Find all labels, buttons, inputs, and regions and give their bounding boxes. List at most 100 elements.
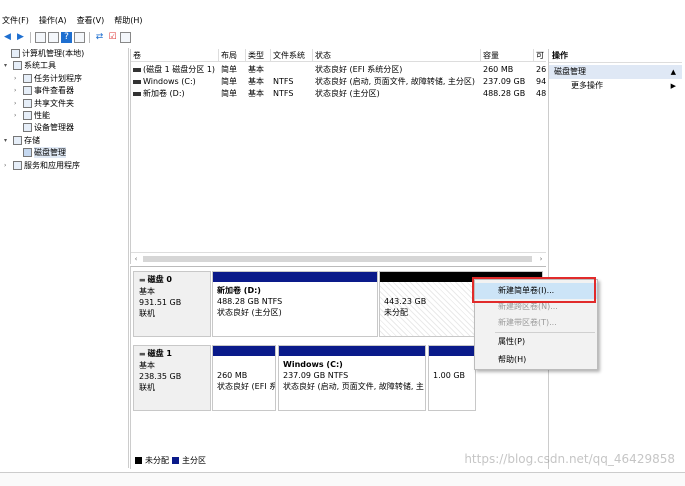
tree-item-label: 系统工具	[24, 61, 56, 71]
disk-info[interactable]: 磁盘 0 基本 931.51 GB 联机	[133, 271, 211, 337]
partition-d[interactable]: 新加卷 (D:) 488.28 GB NTFS 状态良好 (主分区)	[212, 271, 378, 337]
disk-type: 基本	[139, 361, 155, 370]
expander-icon[interactable]: ›	[14, 98, 21, 109]
tree-item[interactable]: ▾ 系统工具	[4, 60, 56, 71]
disk-info[interactable]: 磁盘 1 基本 238.35 GB 联机	[133, 345, 211, 411]
column-status[interactable]: 状态	[313, 49, 481, 62]
cell-capacity: 488.28 GB	[483, 89, 526, 98]
cell-filesystem: NTFS	[273, 89, 294, 98]
cell-type: 基本	[248, 77, 264, 86]
partition-size: 237.09 GB NTFS	[283, 371, 349, 380]
folder-up-icon[interactable]	[35, 31, 46, 43]
toolbar-separator	[89, 31, 90, 43]
menu-new-striped-volume[interactable]: 新建带区卷(T)...	[475, 315, 597, 331]
partition-efi[interactable]: 260 MB 状态良好 (EFI 系	[212, 345, 276, 411]
watermark: https://blog.csdn.net/qq_46429858	[464, 452, 675, 466]
help-icon[interactable]: ?	[61, 31, 72, 43]
tree-item-label: 共享文件夹	[34, 98, 74, 108]
tree-item[interactable]: 设备管理器	[14, 122, 74, 133]
cell-layout: 简单	[221, 77, 237, 86]
menu-action[interactable]: 操作(A)	[39, 14, 67, 28]
disk-type: 基本	[139, 287, 155, 296]
actions-section-disk-management[interactable]: 磁盘管理 ▲	[549, 65, 682, 79]
properties-icon[interactable]	[48, 31, 59, 43]
scroll-left-icon[interactable]: ‹	[131, 253, 141, 265]
tree-item-label: 服务和应用程序	[24, 160, 80, 170]
column-layout[interactable]: 布局	[219, 49, 246, 62]
expander-icon[interactable]: ▾	[4, 60, 11, 71]
tree-item[interactable]: › 任务计划程序	[14, 73, 82, 84]
forward-arrow-icon[interactable]: ▶	[15, 32, 26, 43]
menu-view[interactable]: 查看(V)	[77, 14, 105, 28]
partition-type-bar	[429, 346, 475, 356]
partition-type-bar	[279, 346, 425, 356]
settings-icon[interactable]	[120, 31, 131, 43]
tree-item[interactable]: › 性能	[14, 110, 50, 121]
tree-item[interactable]: › 共享文件夹	[14, 98, 74, 109]
device-manager-icon	[23, 123, 32, 133]
expander-icon[interactable]: ›	[14, 85, 21, 96]
menu-properties[interactable]: 属性(P)	[475, 334, 597, 350]
tree-item[interactable]: › 服务和应用程序	[4, 160, 80, 171]
volume-list-header: 卷 布局 类型 文件系统 状态 容量 可	[131, 49, 546, 62]
partition-c[interactable]: Windows (C:) 237.09 GB NTFS 状态良好 (启动, 页面…	[278, 345, 426, 411]
cell-free: 48	[536, 89, 547, 98]
performance-icon	[23, 111, 32, 120]
tree-item[interactable]: › 事件查看器	[14, 85, 74, 96]
table-row[interactable]: Windows (C:) 简单 基本 NTFS 状态良好 (启动, 页面文件, 故障转储…	[131, 76, 546, 88]
tree-item-label: 性能	[34, 111, 50, 120]
partition-name: Windows (C:)	[283, 360, 343, 369]
more-actions-item[interactable]: 更多操作 ▶	[549, 79, 682, 93]
cell-volume: Windows (C:)	[143, 77, 196, 86]
menu-help[interactable]: 帮助(H)	[114, 14, 142, 28]
cell-volume: (磁盘 1 磁盘分区 1)	[143, 65, 216, 74]
partition-status: 状态良好 (主分区)	[217, 308, 282, 317]
back-arrow-icon[interactable]: ◀	[2, 32, 13, 43]
menu-file[interactable]: 文件(F)	[2, 14, 29, 28]
partition-status: 状态良好 (EFI 系	[217, 382, 275, 391]
tree-item-label: 计算机管理(本地)	[22, 49, 85, 58]
disk-name: 磁盘 1	[139, 348, 205, 360]
horizontal-scrollbar[interactable]: ‹ ›	[131, 252, 546, 264]
collapse-icon[interactable]: ▲	[671, 65, 676, 79]
menu-help[interactable]: 帮助(H)	[475, 352, 597, 368]
expander-icon[interactable]: ▾	[4, 135, 11, 146]
submenu-arrow-icon: ▶	[670, 82, 676, 90]
tree-item[interactable]: 计算机管理(本地)	[2, 48, 84, 59]
toolbar: ◀ ▶ ? ⇄ ☑	[0, 30, 685, 44]
red-highlight-box	[472, 277, 596, 303]
table-row[interactable]: (磁盘 1 磁盘分区 1) 简单 基本 状态良好 (EFI 系统分区) 260 MB 26	[131, 64, 546, 76]
cell-volume: 新加卷 (D:)	[143, 89, 185, 98]
refresh-icon[interactable]	[74, 31, 85, 43]
expander-icon[interactable]: ›	[14, 73, 21, 84]
export-icon[interactable]: ⇄	[94, 32, 105, 43]
tree-item-label: 任务计划程序	[34, 73, 82, 83]
computer-management-icon	[11, 49, 20, 58]
tools-icon	[13, 61, 22, 71]
scroll-right-icon[interactable]: ›	[536, 253, 546, 265]
scrollbar-thumb[interactable]	[143, 256, 532, 262]
tree-item[interactable]: 磁盘管理	[14, 147, 66, 159]
partition-size: 260 MB	[217, 371, 248, 380]
disk-management-icon	[23, 148, 32, 158]
partition-size: 488.28 GB NTFS	[217, 297, 283, 306]
partition-recovery[interactable]: 1.00 GB	[428, 345, 476, 411]
disk-name: 磁盘 0	[139, 274, 205, 286]
column-type[interactable]: 类型	[246, 49, 271, 62]
partition-name: 新加卷 (D:)	[217, 286, 261, 295]
column-capacity[interactable]: 容量	[481, 49, 534, 62]
disk-size: 238.35 GB	[139, 372, 182, 381]
tree-item-label: 事件查看器	[34, 86, 74, 96]
column-volume[interactable]: 卷	[131, 49, 219, 62]
cell-capacity: 260 MB	[483, 65, 514, 74]
legend-primary: 主分区	[182, 456, 206, 465]
table-row[interactable]: 新加卷 (D:) 简单 基本 NTFS 状态良好 (主分区) 488.28 GB 48	[131, 88, 546, 100]
checklist-icon[interactable]: ☑	[107, 32, 118, 43]
tree-item[interactable]: ▾ 存储	[4, 135, 40, 146]
expander-icon[interactable]: ›	[14, 110, 21, 121]
column-filesystem[interactable]: 文件系统	[271, 49, 313, 62]
expander-icon[interactable]: ›	[4, 160, 11, 171]
disk-status: 联机	[139, 383, 155, 392]
legend: 未分配 主分区	[135, 455, 206, 466]
column-free[interactable]: 可	[534, 49, 547, 62]
